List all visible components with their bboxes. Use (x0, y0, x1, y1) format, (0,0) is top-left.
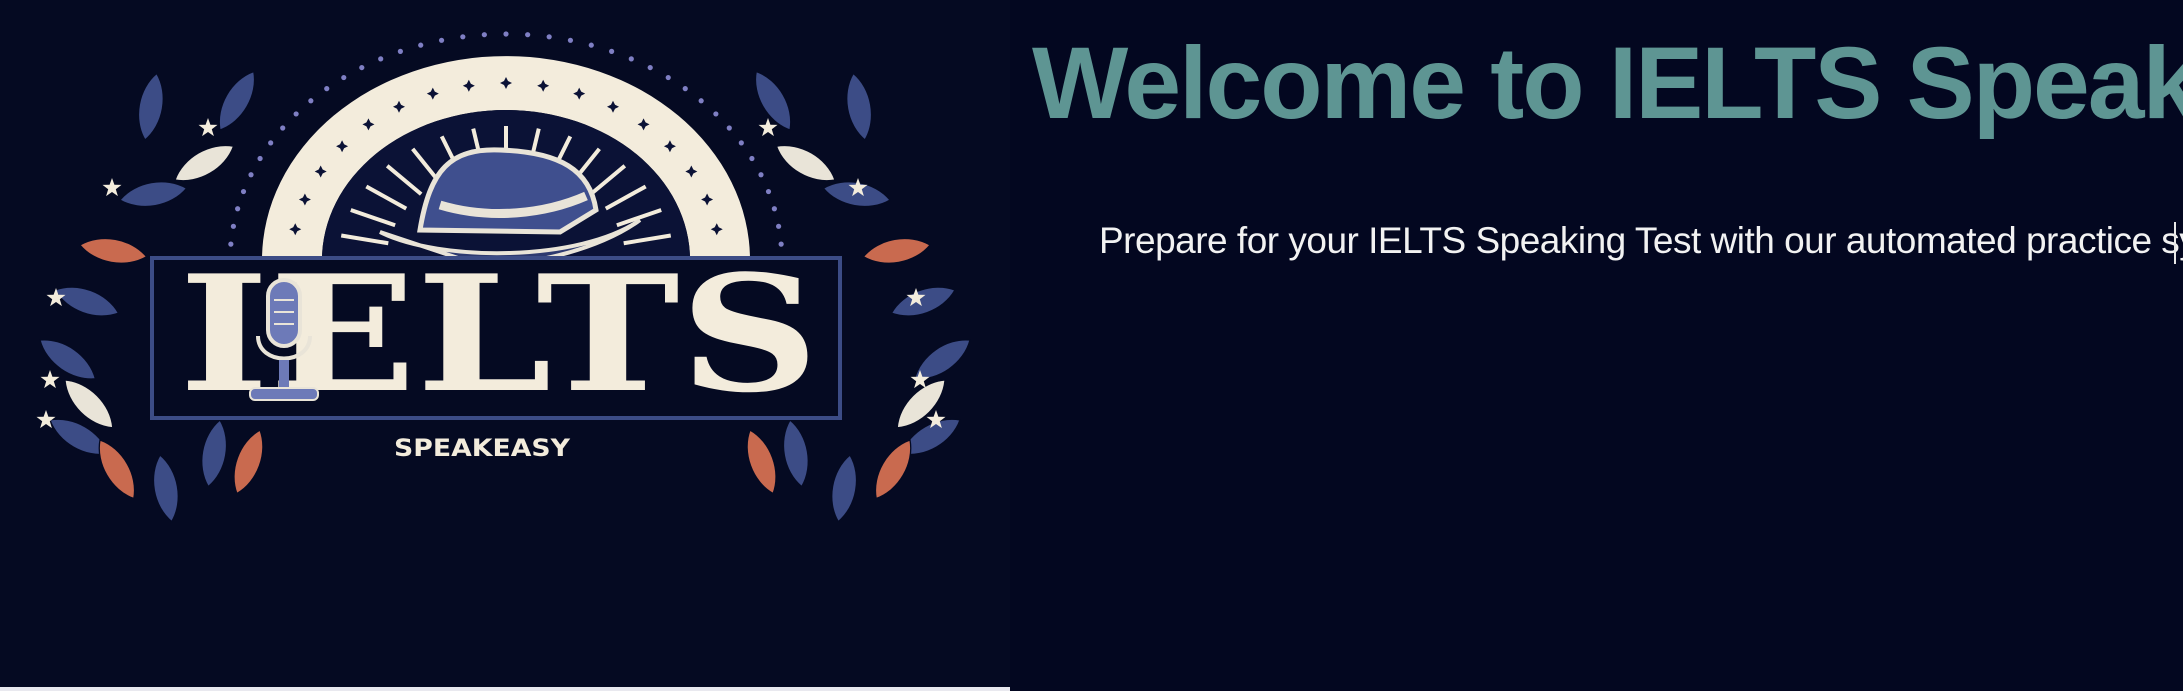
welcome-page: IELTS SPEAKEASY Welcome to IELTS SpeakEa… (0, 0, 2183, 691)
logo-sub-text: SPEAKEASY (394, 434, 571, 462)
logo-panel: IELTS SPEAKEASY (0, 0, 1010, 687)
ielts-speakeasy-logo: IELTS SPEAKEASY (32, 31, 978, 525)
text-cursor (2174, 222, 2176, 264)
page-title: Welcome to IELTS SpeakEasy (1032, 26, 2183, 140)
divider (0, 687, 1010, 691)
page-subtitle: Prepare for your IELTS Speaking Test wit… (1099, 220, 2183, 261)
